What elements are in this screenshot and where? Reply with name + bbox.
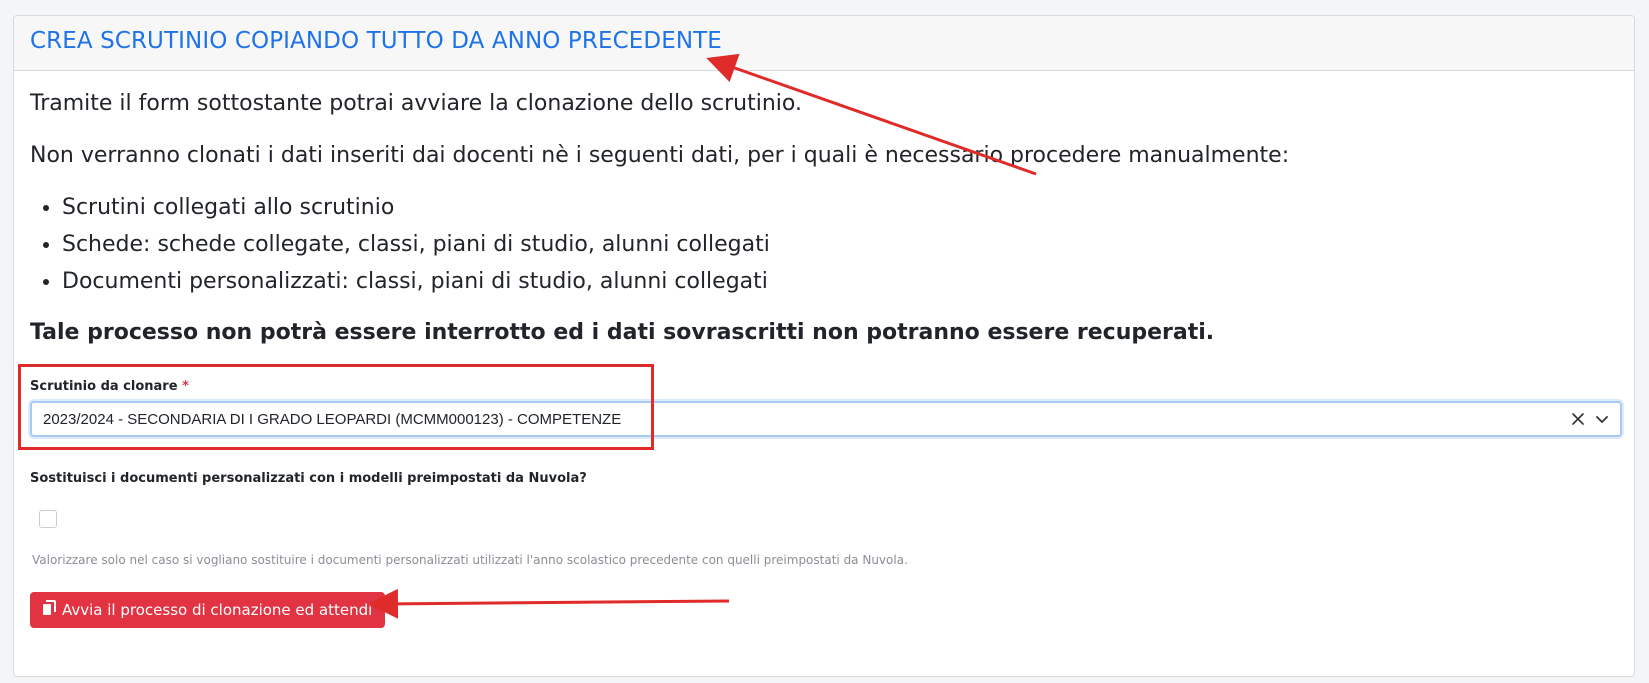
list-item: Documenti personalizzati: classi, piani … bbox=[62, 263, 1618, 300]
help-text: Valorizzare solo nel caso si vogliano so… bbox=[32, 553, 908, 567]
replace-docs-checkbox[interactable] bbox=[39, 510, 57, 528]
scrutinio-label: Scrutinio da clonare * bbox=[30, 379, 1618, 395]
excluded-list: Scrutini collegati allo scrutinio Schede… bbox=[30, 189, 1618, 300]
scrutinio-label-text: Scrutinio da clonare bbox=[30, 379, 178, 394]
card-header: CREA SCRUTINIO COPIANDO TUTTO DA ANNO PR… bbox=[14, 16, 1634, 71]
intro-text: Tramite il form sottostante potrai avvia… bbox=[30, 91, 802, 116]
scrutinio-select-value: 2023/2024 - SECONDARIA DI I GRADO LEOPAR… bbox=[43, 410, 622, 428]
start-clone-label: Avvia il processo di clonazione ed atten… bbox=[62, 601, 373, 619]
clear-icon[interactable] bbox=[1570, 410, 1586, 428]
required-mark: * bbox=[182, 379, 189, 394]
card-body: Tramite il form sottostante potrai avvia… bbox=[14, 71, 1634, 628]
chevron-down-icon[interactable] bbox=[1594, 410, 1610, 428]
list-item: Schede: schede collegate, classi, piani … bbox=[62, 226, 1618, 263]
copy-icon bbox=[42, 600, 56, 620]
clone-card: CREA SCRUTINIO COPIANDO TUTTO DA ANNO PR… bbox=[13, 15, 1635, 677]
start-clone-button[interactable]: Avvia il processo di clonazione ed atten… bbox=[30, 592, 386, 628]
list-item: Scrutini collegati allo scrutinio bbox=[62, 189, 1618, 226]
scrutinio-select[interactable]: 2023/2024 - SECONDARIA DI I GRADO LEOPAR… bbox=[30, 401, 1622, 437]
warning-text: Tale processo non potrà essere interrott… bbox=[30, 320, 1215, 345]
page: CREA SCRUTINIO COPIANDO TUTTO DA ANNO PR… bbox=[0, 0, 1649, 683]
select-icons bbox=[1570, 410, 1610, 428]
replace-docs-label: Sostituisci i documenti personalizzati c… bbox=[30, 471, 587, 486]
note-text: Non verranno clonati i dati inseriti dai… bbox=[30, 143, 1290, 168]
page-title: CREA SCRUTINIO COPIANDO TUTTO DA ANNO PR… bbox=[30, 28, 722, 54]
